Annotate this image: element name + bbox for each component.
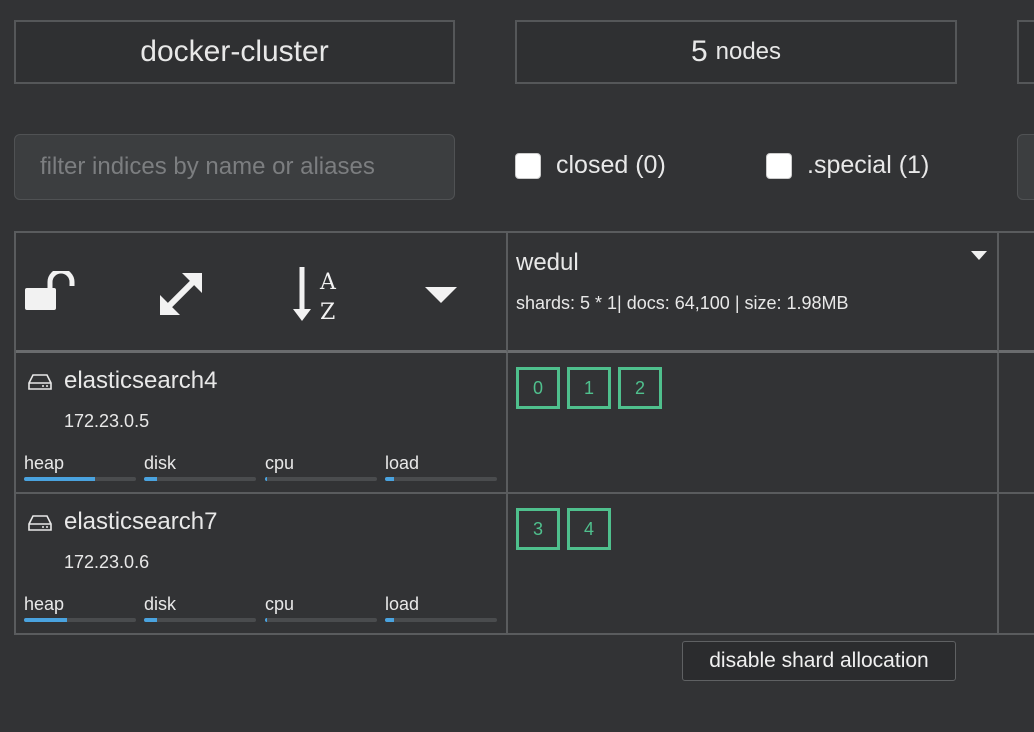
metric-bar [265,618,377,622]
metric-bar [24,618,136,622]
metric-label: cpu [265,453,295,473]
shard-cell-clipped [999,494,1034,635]
metric-fill [24,618,67,622]
metric-fill [385,618,394,622]
index-header-clipped [999,233,1034,353]
unlock-icon[interactable] [24,268,76,316]
metric-cpu: cpu [265,594,377,622]
index-header: wedul shards: 5 * 1| docs: 64,100 | size… [508,233,999,353]
sort-alpha-icon[interactable]: A Z [290,265,346,328]
metric-disk: disk [144,594,256,622]
metric-bar [265,477,377,481]
cluster-overview-grid: A Z wedul shards: 5 * 1| docs: 64,100 | … [14,231,1034,635]
cluster-name-text: docker-cluster [140,35,329,68]
header-controls: A Z [16,233,508,353]
metric-label: disk [144,594,177,614]
metric-label: load [385,594,420,614]
metric-fill [144,477,158,481]
nodes-label: nodes [715,38,782,65]
shard-box[interactable]: 1 [567,367,611,409]
special-checkbox[interactable] [766,152,792,179]
metric-disk: disk [144,453,256,481]
nodes-count: 5 [690,35,708,68]
metric-label: heap [24,453,65,473]
filter-control-clipped[interactable] [1017,134,1034,200]
tooltip-text: disable shard allocation [709,649,929,672]
node-name[interactable]: elasticsearch4 [64,367,217,395]
metric-cpu: cpu [265,453,377,481]
metric-bar [385,618,497,622]
svg-text:Z: Z [320,300,335,323]
closed-checkbox[interactable] [515,152,541,179]
shard-cell: 3 4 [508,494,999,635]
svg-text:A: A [319,270,337,295]
metric-label: heap [24,594,65,614]
metric-load: load [385,594,497,622]
nodes-count-box: 5 nodes [515,20,957,84]
expand-icon[interactable] [156,269,206,324]
closed-toggle[interactable]: closed (0) [515,151,666,180]
metric-heap: heap [24,594,136,622]
shard-box[interactable]: 3 [516,508,560,550]
metric-load: load [385,453,497,481]
node-row: elasticsearch4 172.23.0.5 heap disk cpu … [16,353,508,494]
node-row: elasticsearch7 172.23.0.6 heap disk cpu … [16,494,508,635]
metric-heap: heap [24,453,136,481]
closed-label: closed (0) [556,151,666,179]
shard-box[interactable]: 4 [567,508,611,550]
caret-down-icon[interactable] [424,285,458,310]
metric-bar [144,477,256,481]
special-toggle[interactable]: .special (1) [766,151,929,180]
metric-label: cpu [265,594,295,614]
metric-bar [24,477,136,481]
metric-label: load [385,453,420,473]
tooltip: disable shard allocation [682,641,956,681]
shard-cell-clipped [999,353,1034,494]
cluster-stat-box-clipped [1017,20,1034,84]
shard-cell: 0 1 2 [508,353,999,494]
hard-drive-icon [28,372,52,397]
index-name[interactable]: wedul [516,249,579,277]
metric-fill [265,618,268,622]
cluster-name: docker-cluster [14,20,455,84]
metric-bar [385,477,497,481]
shard-box[interactable]: 2 [618,367,662,409]
metric-fill [24,477,95,481]
special-label: .special (1) [807,151,930,179]
node-name[interactable]: elasticsearch7 [64,508,217,536]
index-menu-caret-icon[interactable] [971,251,987,260]
metric-bar [144,618,256,622]
index-stats: shards: 5 * 1| docs: 64,100 | size: 1.98… [516,293,849,313]
metric-fill [385,477,394,481]
shard-box[interactable]: 0 [516,367,560,409]
hard-drive-icon [28,513,52,538]
metric-label: disk [144,453,177,473]
filter-indices-input[interactable] [14,134,455,200]
node-ip: 172.23.0.6 [64,552,150,572]
metric-fill [144,618,158,622]
metric-fill [265,477,268,481]
node-ip: 172.23.0.5 [64,411,150,431]
